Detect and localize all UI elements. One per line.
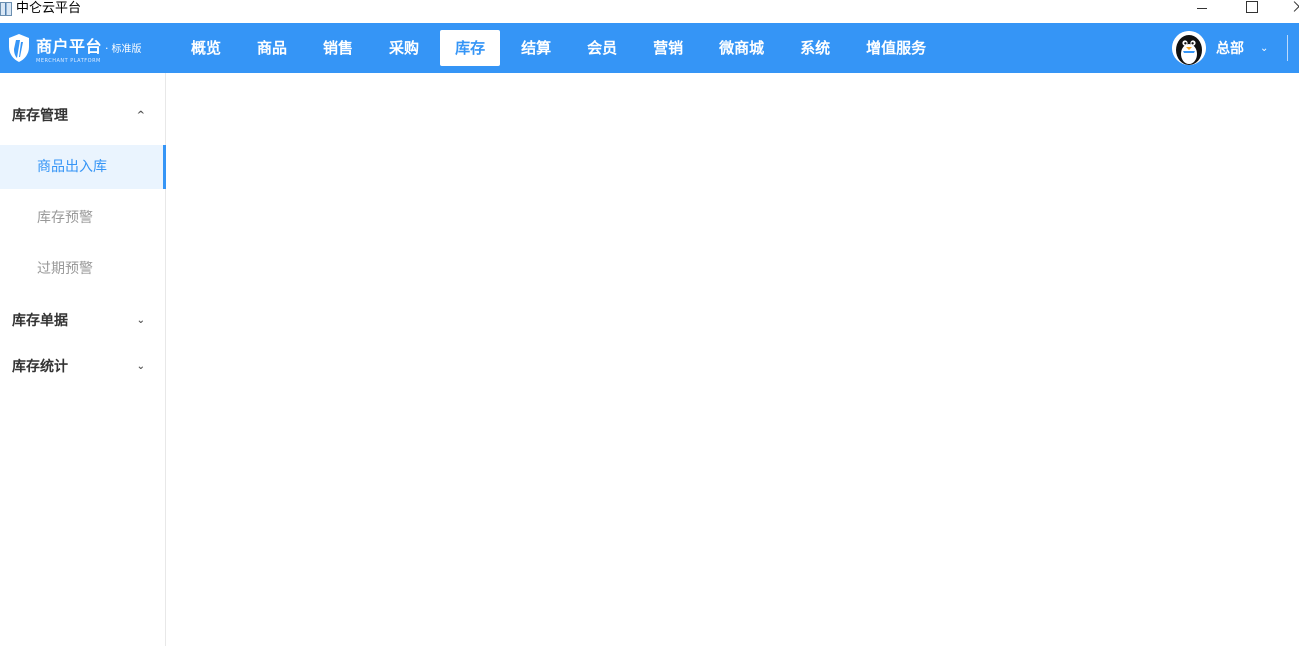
logo-text-block: 商户平台 · 标准版 MERCHANT PLATFORM bbox=[36, 33, 142, 64]
logo-separator: · bbox=[105, 41, 109, 55]
penguin-avatar-icon bbox=[1172, 31, 1206, 65]
user-name[interactable]: 总部 bbox=[1216, 38, 1244, 58]
logo-edition: 标准版 bbox=[111, 43, 142, 55]
nav-item-sales[interactable]: 销售 bbox=[308, 30, 368, 66]
sidebar: 库存管理 ^ 商品出入库 库存预警 过期预警 库存单据 ⌄ 库存统计 ⌄ bbox=[0, 73, 166, 646]
sidebar-group-label: 库存管理 bbox=[12, 108, 68, 124]
nav-item-micro-mall[interactable]: 微商城 bbox=[704, 30, 779, 66]
user-menu[interactable]: 总部 ⌄ bbox=[1172, 29, 1268, 67]
window-titlebar: 中仑云平台 bbox=[0, 0, 1299, 23]
nav-item-inventory[interactable]: 库存 bbox=[440, 30, 501, 66]
sidebar-group-inventory-management[interactable]: 库存管理 ^ bbox=[0, 93, 165, 139]
main-nav: 概览 商品 销售 采购 库存 结算 会员 营销 微商城 系统 增值服务 bbox=[176, 23, 947, 73]
chevron-down-icon: ⌄ bbox=[136, 361, 145, 372]
nav-item-members[interactable]: 会员 bbox=[572, 30, 632, 66]
shield-logo-icon bbox=[9, 34, 29, 62]
sidebar-item-stock-warning[interactable]: 库存预警 bbox=[0, 196, 165, 240]
window-title: 中仑云平台 bbox=[16, 1, 82, 16]
app-icon bbox=[0, 2, 12, 16]
top-navigation: 商户平台 · 标准版 MERCHANT PLATFORM 概览 商品 销售 采购… bbox=[0, 23, 1299, 73]
sidebar-item-expiry-warning[interactable]: 过期预警 bbox=[0, 247, 165, 291]
nav-item-purchase[interactable]: 采购 bbox=[374, 30, 434, 66]
logo-name: 商户平台 bbox=[36, 36, 103, 56]
nav-item-value-added[interactable]: 增值服务 bbox=[851, 30, 941, 66]
chevron-down-icon: ⌄ bbox=[136, 315, 145, 326]
sidebar-group-label: 库存统计 bbox=[12, 359, 68, 375]
avatar[interactable] bbox=[1172, 31, 1206, 65]
logo-subtitle: MERCHANT PLATFORM bbox=[36, 57, 101, 64]
main-content bbox=[167, 73, 1299, 646]
nav-divider bbox=[1287, 35, 1288, 61]
chevron-up-icon: ^ bbox=[136, 110, 145, 121]
sidebar-group-inventory-statistics[interactable]: 库存统计 ⌄ bbox=[0, 344, 165, 390]
nav-item-marketing[interactable]: 营销 bbox=[638, 30, 698, 66]
maximize-icon[interactable] bbox=[1240, 0, 1264, 17]
sidebar-group-inventory-documents[interactable]: 库存单据 ⌄ bbox=[0, 298, 165, 344]
nav-item-settlement[interactable]: 结算 bbox=[506, 30, 566, 66]
minimize-icon[interactable] bbox=[1190, 0, 1214, 17]
nav-item-overview[interactable]: 概览 bbox=[176, 30, 236, 66]
sidebar-item-stock-in-out[interactable]: 商品出入库 bbox=[0, 145, 166, 189]
logo[interactable]: 商户平台 · 标准版 MERCHANT PLATFORM bbox=[8, 31, 142, 65]
close-icon[interactable] bbox=[1285, 0, 1299, 17]
sidebar-group-label: 库存单据 bbox=[12, 313, 68, 329]
nav-item-system[interactable]: 系统 bbox=[785, 30, 845, 66]
chevron-down-icon[interactable]: ⌄ bbox=[1260, 43, 1268, 54]
nav-item-goods[interactable]: 商品 bbox=[242, 30, 302, 66]
